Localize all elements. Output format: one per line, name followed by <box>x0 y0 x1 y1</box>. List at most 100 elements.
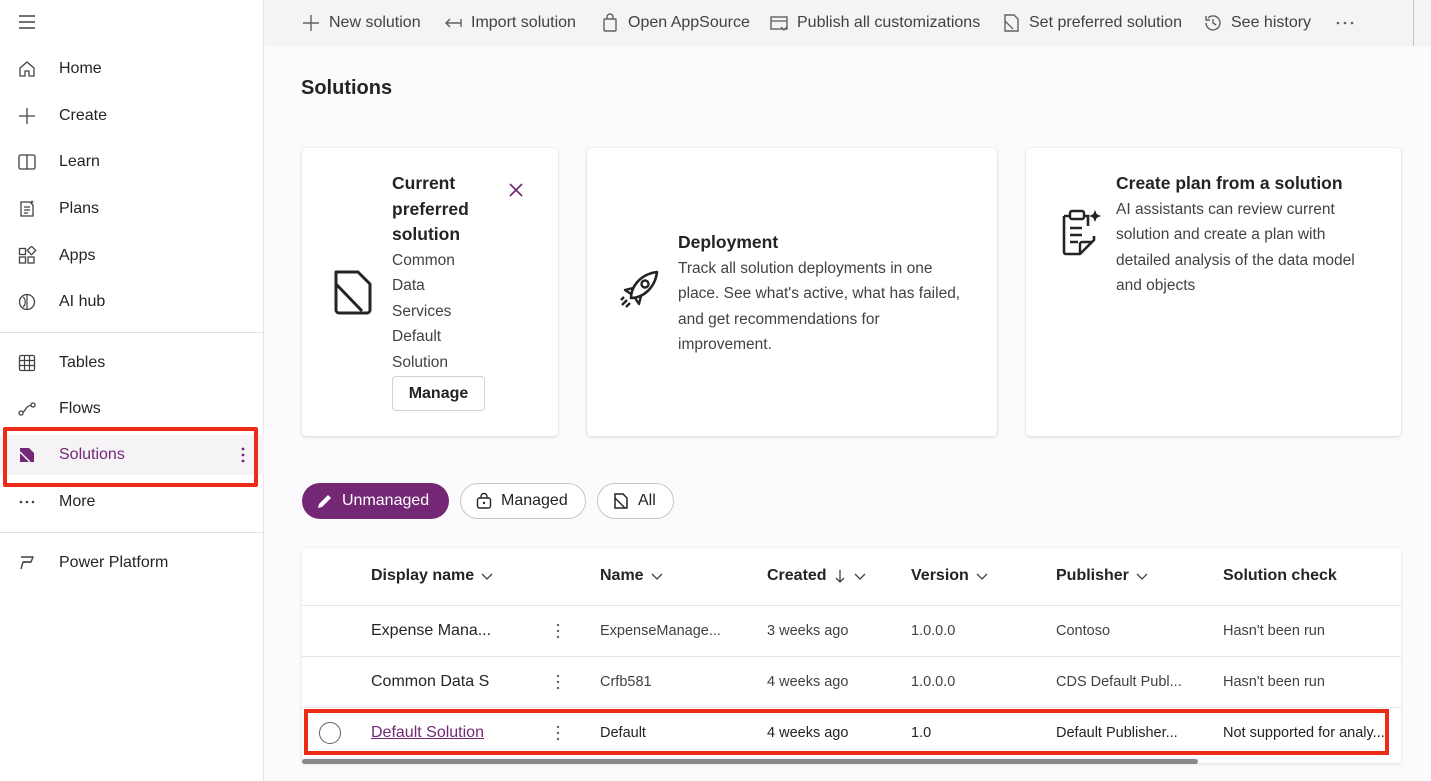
more-commands-icon[interactable] <box>1333 13 1357 33</box>
sidebar-item-ai-hub[interactable]: AI hub <box>0 282 264 322</box>
column-header-publisher[interactable]: Publisher <box>1056 548 1149 604</box>
card-title-line: Current <box>392 173 456 193</box>
column-header-solution-check[interactable]: Solution check <box>1223 548 1337 604</box>
book-icon <box>18 154 36 170</box>
import-solution-button[interactable]: Import solution <box>443 0 576 46</box>
set-preferred-solution-button[interactable]: Set preferred solution <box>1001 0 1182 46</box>
plan-document-sparkle-icon <box>1062 209 1101 256</box>
filter-unmanaged[interactable]: Unmanaged <box>302 483 449 519</box>
cell-publisher: CDS Default Publ... <box>1056 674 1182 690</box>
chevron-down-icon <box>854 573 866 580</box>
cell-name: ExpenseManage... <box>600 623 721 639</box>
lock-bag-icon <box>476 492 492 509</box>
row-select-radio[interactable] <box>319 722 341 744</box>
sidebar-item-power-platform[interactable]: Power Platform <box>0 543 264 583</box>
cell-version: 1.0 <box>911 725 932 741</box>
card-title: Create plan from a solution <box>1116 173 1343 193</box>
new-solution-label: New solution <box>329 14 421 31</box>
chevron-down-icon <box>481 573 493 580</box>
card-body-line: place. See what's active, what has faile… <box>678 285 961 302</box>
plans-icon <box>20 200 34 217</box>
sidebar-item-plans[interactable]: Plans <box>0 189 264 229</box>
card-body-line: Solution <box>392 353 449 371</box>
nav-divider <box>0 532 264 533</box>
more-options-icon[interactable] <box>240 446 246 464</box>
pencil-icon <box>318 495 331 508</box>
horizontal-scrollbar[interactable] <box>302 759 1198 764</box>
filter-managed[interactable]: Managed <box>460 483 586 519</box>
header-label: Solution check <box>1223 567 1337 584</box>
row-divider <box>302 656 1401 657</box>
cell-display-name: Common Data S <box>371 673 490 690</box>
column-header-created[interactable]: Created <box>767 548 867 604</box>
nav-divider <box>0 332 264 333</box>
sidebar-item-apps[interactable]: Apps <box>0 236 264 276</box>
sidebar-item-label: Flows <box>59 400 101 417</box>
card-body-line: Default <box>392 328 442 345</box>
set-preferred-label: Set preferred solution <box>1029 14 1182 31</box>
column-header-display-name[interactable]: Display name <box>371 548 494 604</box>
command-bar-divider <box>1413 0 1414 46</box>
cell-publisher: Default Publisher... <box>1056 725 1178 741</box>
filter-label: Unmanaged <box>342 492 430 509</box>
sidebar-item-home[interactable]: Home <box>0 49 264 89</box>
publish-all-button[interactable]: Publish all customizations <box>769 0 980 46</box>
column-header-name[interactable]: Name <box>600 548 664 604</box>
sidebar-item-label: Learn <box>59 153 100 170</box>
import-icon <box>445 18 462 28</box>
card-body-line: AI assistants can review current <box>1116 200 1335 218</box>
header-label: Version <box>911 567 969 584</box>
card-body-line: detailed analysis of the data model <box>1116 251 1355 269</box>
open-appsource-button[interactable]: Open AppSource <box>600 0 750 46</box>
sidebar-item-flows[interactable]: Flows <box>0 389 264 429</box>
sidebar-item-label: AI hub <box>59 293 106 310</box>
cell-solution-check: Not supported for analy... <box>1223 725 1385 741</box>
sidebar-item-learn[interactable]: Learn <box>0 142 264 182</box>
sidebar-item-tables[interactable]: Tables <box>0 343 264 383</box>
card-body-line: Data <box>392 277 425 294</box>
create-plan-card[interactable]: Create plan from a solution AI assistant… <box>1026 148 1401 436</box>
sidebar-item-label: Apps <box>59 247 96 264</box>
card-body-line: Services <box>392 302 452 320</box>
ai-hub-icon <box>18 293 36 311</box>
filter-label: Managed <box>501 492 568 509</box>
see-history-label: See history <box>1231 14 1312 31</box>
row-more-icon[interactable] <box>555 622 561 640</box>
hamburger-menu-icon[interactable] <box>17 12 37 32</box>
cell-created: 3 weeks ago <box>767 623 849 639</box>
cell-name: Default <box>600 725 646 741</box>
row-more-icon[interactable] <box>555 673 561 691</box>
shopping-bag-icon <box>603 13 617 32</box>
see-history-button[interactable]: See history <box>1203 0 1311 46</box>
new-solution-button[interactable]: New solution <box>301 0 421 46</box>
manage-button[interactable]: Manage <box>392 376 485 411</box>
close-icon[interactable] <box>508 182 524 198</box>
publish-all-label: Publish all customizations <box>797 14 981 31</box>
cell-version: 1.0.0.0 <box>911 674 956 690</box>
history-icon <box>1205 15 1221 31</box>
card-body-line: solution and create a plan with <box>1116 226 1326 243</box>
cell-version: 1.0.0.0 <box>911 623 956 639</box>
sidebar-item-solutions[interactable]: Solutions <box>0 435 264 475</box>
sidebar-item-create[interactable]: Create <box>0 96 264 136</box>
header-label: Created <box>767 567 827 584</box>
row-divider <box>302 605 1401 606</box>
filter-all[interactable]: All <box>597 483 674 519</box>
preferred-solution-icon <box>1004 14 1019 32</box>
card-body-line: improvement. <box>678 336 772 353</box>
card-title: Deployment <box>678 232 779 252</box>
row-more-icon[interactable] <box>555 724 561 742</box>
deployment-card[interactable]: Deployment Track all solution deployment… <box>587 148 997 436</box>
chevron-down-icon <box>976 573 988 580</box>
column-header-version[interactable]: Version <box>911 548 989 604</box>
default-solution-link[interactable]: Default Solution <box>371 724 484 742</box>
cell-display-name: Expense Mana... <box>371 622 492 639</box>
sort-descending-arrow-icon <box>835 570 845 583</box>
card-body-line: Common <box>392 251 455 269</box>
header-label: Name <box>600 567 644 584</box>
sidebar-item-label: Create <box>59 107 108 124</box>
plus-icon <box>303 15 319 31</box>
sidebar-item-more[interactable]: More <box>0 482 264 522</box>
cell-created: 4 weeks ago <box>767 674 849 690</box>
cell-solution-check: Hasn't been run <box>1223 623 1325 639</box>
